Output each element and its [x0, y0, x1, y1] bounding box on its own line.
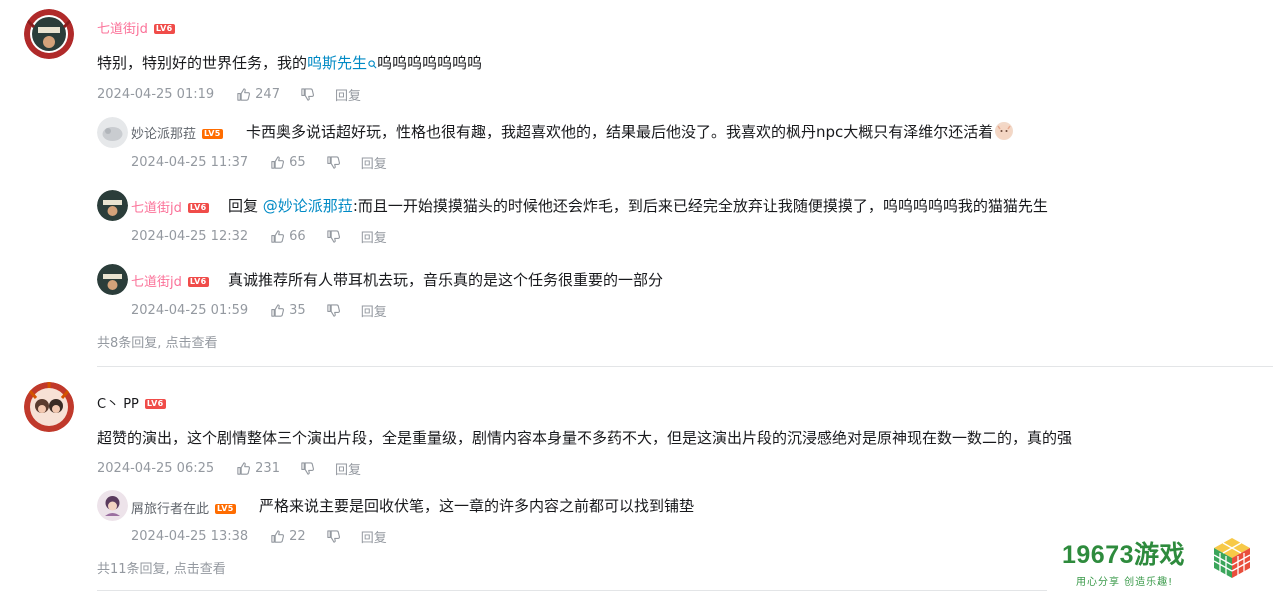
reply-button[interactable]: 回复: [335, 85, 361, 104]
username[interactable]: 屑旅行者在此: [131, 502, 209, 517]
divider: [97, 590, 1047, 591]
level-badge: LV6: [187, 276, 209, 287]
avatar-image: [97, 264, 128, 295]
like-count: 66: [289, 229, 306, 244]
comment-content: 特别，特别好的世界任务，我的呜斯先生 呜呜呜呜呜呜呜: [97, 54, 483, 74]
avatar[interactable]: [24, 382, 74, 432]
like-icon[interactable]: [236, 87, 251, 102]
reply-button[interactable]: 回复: [361, 527, 387, 546]
logo-title: 19673游戏: [1062, 541, 1186, 569]
avatar-image: [24, 382, 74, 432]
dislike-icon[interactable]: [300, 461, 315, 476]
username[interactable]: 七道街jd: [131, 275, 182, 290]
comment-header: 七道街jd LV6: [97, 18, 175, 37]
timestamp: 2024-04-25 06:25: [97, 461, 215, 476]
level-badge: LV5: [215, 503, 236, 514]
username[interactable]: 七道街jd: [97, 22, 148, 37]
username[interactable]: C丶 PP: [97, 397, 139, 412]
comment-meta: 2024-04-25 06:25 231 回复: [97, 459, 361, 478]
reply-header: 屑旅行者在此 LV5: [131, 498, 236, 517]
username[interactable]: 妙论派那菈: [131, 127, 196, 142]
level-badge: LV6: [153, 23, 175, 34]
like-icon[interactable]: [270, 155, 285, 170]
timestamp: 2024-04-25 12:32: [131, 229, 249, 244]
emoji-icon: [995, 122, 1014, 140]
comment-content: 超赞的演出，这个剧情整体三个演出片段，全是重量级，剧情内容本身量不多药不大，但是…: [97, 429, 1073, 447]
divider: [97, 366, 1273, 367]
view-more-replies[interactable]: 共11条回复, 点击查看: [97, 558, 226, 577]
avatar[interactable]: [24, 9, 74, 59]
reply-button[interactable]: 回复: [361, 227, 387, 246]
like-count: 231: [255, 461, 280, 476]
like-count: 35: [289, 303, 306, 318]
timestamp: 2024-04-25 11:37: [131, 155, 249, 170]
reply-meta: 2024-04-25 11:37 65 回复: [131, 153, 387, 172]
reply-content: 回复 @妙论派那菈:而且一开始摸摸猫头的时候他还会炸毛，到后来已经完全放弃让我随…: [228, 197, 1048, 215]
timestamp: 2024-04-25 01:19: [97, 87, 215, 102]
dislike-icon[interactable]: [326, 529, 341, 544]
like-icon[interactable]: [270, 529, 285, 544]
reply-meta: 2024-04-25 13:38 22 回复: [131, 527, 387, 546]
search-icon[interactable]: [368, 54, 377, 74]
mention-link[interactable]: @妙论派那菈: [263, 197, 353, 215]
dislike-icon[interactable]: [326, 229, 341, 244]
comment-meta: 2024-04-25 01:19 247 回复: [97, 85, 361, 104]
reply-button[interactable]: 回复: [361, 153, 387, 172]
like-icon[interactable]: [236, 461, 251, 476]
reply-button[interactable]: 回复: [335, 459, 361, 478]
level-badge: LV6: [187, 202, 209, 213]
avatar-image: [24, 9, 74, 59]
site-logo: 19673游戏 用心分享 创造乐趣!: [1062, 535, 1185, 588]
reply-content: 真诚推荐所有人带耳机去玩，音乐真的是这个任务很重要的一部分: [228, 271, 664, 289]
avatar-image: [97, 190, 128, 221]
dislike-icon[interactable]: [326, 155, 341, 170]
avatar[interactable]: [97, 190, 128, 221]
reply-meta: 2024-04-25 12:32 66 回复: [131, 227, 387, 246]
level-badge: LV6: [144, 398, 166, 409]
like-count: 22: [289, 529, 306, 544]
timestamp: 2024-04-25 13:38: [131, 529, 249, 544]
reply-content: 严格来说主要是回收伏笔，这一章的许多内容之前都可以找到铺垫: [259, 497, 695, 515]
like-icon[interactable]: [270, 303, 285, 318]
timestamp: 2024-04-25 01:59: [131, 303, 249, 318]
level-badge: LV5: [202, 128, 223, 139]
view-more-replies[interactable]: 共8条回复, 点击查看: [97, 332, 218, 351]
reply-header: 七道街jd LV6: [131, 271, 209, 290]
cube-logo-icon: [1210, 536, 1254, 584]
reply-header: 七道街jd LV6: [131, 197, 209, 216]
like-count: 65: [289, 155, 306, 170]
reply-header: 妙论派那菈 LV5: [131, 123, 223, 142]
dislike-icon[interactable]: [326, 303, 341, 318]
like-icon[interactable]: [270, 229, 285, 244]
search-link[interactable]: 呜斯先生: [307, 54, 367, 72]
comment-header: C丶 PP LV6: [97, 393, 166, 412]
avatar[interactable]: [97, 264, 128, 295]
reply-button[interactable]: 回复: [361, 301, 387, 320]
logo-slogan: 用心分享 创造乐趣!: [1076, 577, 1174, 588]
username[interactable]: 七道街jd: [131, 201, 182, 216]
dislike-icon[interactable]: [300, 87, 315, 102]
avatar-image: [97, 490, 128, 521]
reply-content: 卡西奥多说话超好玩，性格也很有趣，我超喜欢他的，结果最后他没了。我喜欢的枫丹np…: [246, 122, 1014, 142]
avatar[interactable]: [97, 490, 128, 521]
reply-meta: 2024-04-25 01:59 35 回复: [131, 301, 387, 320]
avatar[interactable]: [97, 117, 128, 148]
like-count: 247: [255, 87, 280, 102]
avatar-image: [97, 117, 128, 148]
